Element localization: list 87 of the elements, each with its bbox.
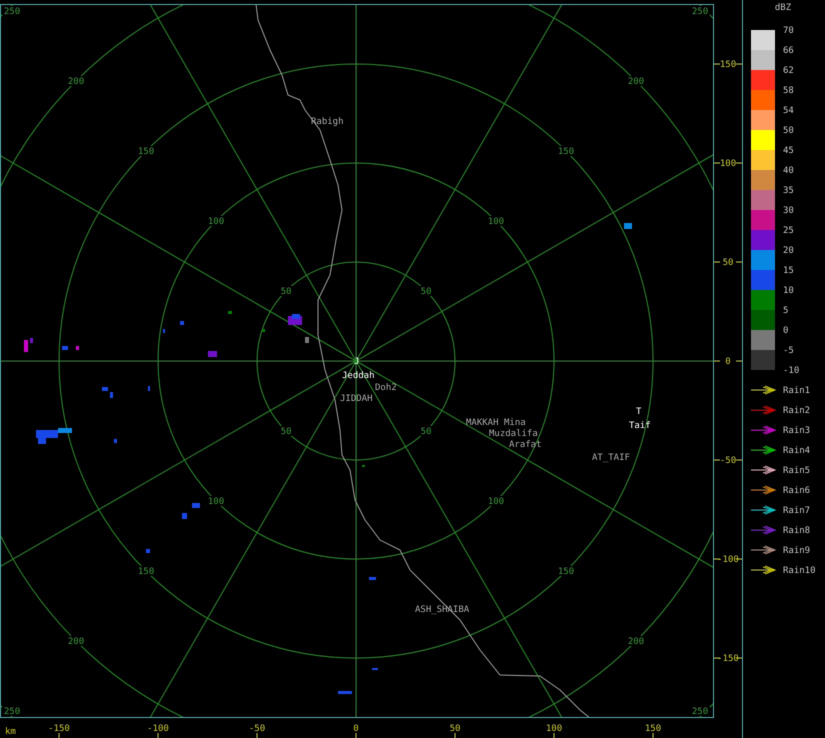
scale-label: 62 <box>783 66 794 76</box>
track-label: Rain3 <box>783 426 810 436</box>
axis-tick-label: 100 <box>720 159 736 169</box>
radar-echo <box>76 346 79 350</box>
scale-label: 25 <box>783 226 794 236</box>
scale-label: 35 <box>783 186 794 196</box>
scale-label: 10 <box>783 286 794 296</box>
scale-label: -5 <box>783 346 794 356</box>
place-label: Doh2 <box>375 383 397 393</box>
place-label: AT_TAIF <box>592 453 630 463</box>
range-label: 250 <box>692 706 708 717</box>
place-label: Mina <box>504 418 526 428</box>
radar-echo <box>208 351 217 357</box>
radar-echo <box>24 340 28 352</box>
scale-label: 45 <box>783 146 794 156</box>
range-label: 250 <box>692 7 708 18</box>
range-label: 150 <box>558 147 574 158</box>
track-label: Rain10 <box>783 566 816 576</box>
track-label: Rain4 <box>783 446 810 456</box>
radar-echo <box>262 329 265 332</box>
radar-echo <box>305 337 309 343</box>
range-label: 50 <box>420 287 432 297</box>
station-label: Taif <box>629 421 651 431</box>
track-label: Rain5 <box>783 466 810 476</box>
range-label: 250 <box>4 7 20 18</box>
station-label: J <box>354 357 360 367</box>
axis-tick-label: -50 <box>720 456 736 466</box>
radar-echo <box>114 439 117 443</box>
axis-tick-label: -150 <box>717 654 739 664</box>
range-label: 50 <box>280 287 292 297</box>
track-label: Rain7 <box>783 506 810 516</box>
scale-label: 20 <box>783 246 794 256</box>
track-label: Rain2 <box>783 406 810 416</box>
axis-tick-label: -100 <box>717 555 739 565</box>
range-label: 200 <box>628 77 644 88</box>
radar-echo <box>369 577 376 580</box>
scale-label: 30 <box>783 206 794 216</box>
radar-echo <box>146 549 150 553</box>
axis-tick-label: 150 <box>720 60 736 70</box>
scale-label: 5 <box>783 306 788 316</box>
track-label: Rain6 <box>783 486 810 496</box>
axis-tick-label: -150 <box>48 724 70 734</box>
range-label: 100 <box>488 217 504 228</box>
place-label: Muzdalifa <box>489 429 538 439</box>
range-label: 150 <box>558 566 574 577</box>
radar-echo <box>228 311 232 314</box>
range-label: 50 <box>280 427 292 437</box>
axis-tick-label: 100 <box>546 724 562 734</box>
axis-unit: km <box>5 727 16 737</box>
scale-label: 40 <box>783 166 794 176</box>
range-label: 100 <box>208 217 224 228</box>
legend-unit: dBZ <box>774 3 792 13</box>
axis-tick-label: 150 <box>644 724 662 734</box>
range-label: 150 <box>138 147 154 158</box>
range-label: 50 <box>420 427 432 437</box>
scale-label: 15 <box>783 266 794 276</box>
track-label: Rain8 <box>783 526 810 536</box>
range-label: 200 <box>628 636 644 647</box>
axis-tick-label: 0 <box>353 724 359 734</box>
radar-echo <box>338 691 352 694</box>
station-label: Jeddah <box>342 371 375 381</box>
axis-tick-label: -100 <box>147 724 169 734</box>
axis-tick-label: 50 <box>450 724 460 734</box>
axis-tick-label: 50 <box>722 258 734 268</box>
scale-label: 54 <box>783 106 794 116</box>
radar-echo <box>62 346 68 350</box>
track-label: Rain1 <box>783 386 810 396</box>
place-label: MAKKAH <box>466 418 499 428</box>
scale-label: 70 <box>783 26 794 36</box>
radar-echo <box>624 223 632 229</box>
scale-label: 58 <box>783 86 794 96</box>
station-label: T <box>636 407 642 417</box>
range-label: 150 <box>138 566 154 577</box>
scale-label: -10 <box>783 366 800 376</box>
axis-tick-label: -50 <box>248 724 266 734</box>
radar-echo <box>30 338 33 343</box>
axis-tick-label: 0 <box>725 357 731 367</box>
range-label: 100 <box>488 496 504 507</box>
range-label: 250 <box>4 706 20 717</box>
track-label: Rain9 <box>783 546 810 556</box>
radar-echo <box>180 321 184 325</box>
range-label: 100 <box>208 496 224 507</box>
range-label: 200 <box>68 636 84 647</box>
range-label: 200 <box>68 77 84 88</box>
scale-label: 50 <box>783 126 794 136</box>
scale-label: 0 <box>783 326 788 336</box>
scale-label: 66 <box>783 46 794 56</box>
